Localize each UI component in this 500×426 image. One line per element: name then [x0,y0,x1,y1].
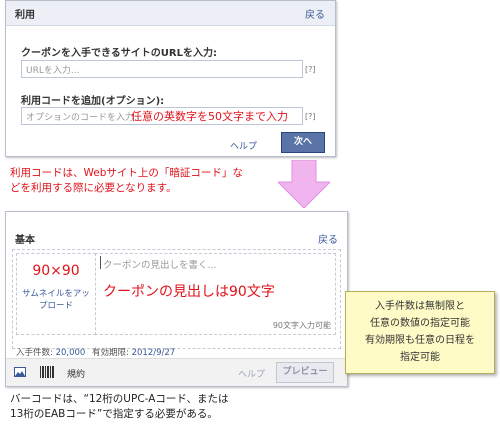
barcode-note-line-1: バーコードは、“12桁のUPC-Aコード、または [10,393,229,405]
usage-help-button[interactable]: ヘルプ [230,139,257,152]
basic-help-button[interactable]: ヘルプ [238,367,265,380]
basic-back-link[interactable]: 戻る [318,231,338,246]
headline-char-count: 90文字入力可能 [272,321,331,330]
callout-line-4: 指定可能 [400,352,440,363]
next-button[interactable]: 次へ [281,132,325,153]
image-tool-icon[interactable] [14,367,26,377]
thumbnail-size-label: 90×90 [32,263,80,279]
usage-back-link[interactable]: 戻る [305,6,325,21]
usage-panel-header: 利用 戻る [6,1,335,26]
barcode-note-line-2: 13桁のEABコード”で指定する必要がある。 [10,408,218,420]
basic-panel: 基本 戻る 90×90 サムネイルをアッ プロード クーポンの見出しを書く...… [5,211,348,387]
basic-panel-title: 基本 [15,235,35,246]
usage-panel: 利用 戻る クーポンを入手できるサイトのURLを入力: URLを入力... [?… [5,0,336,157]
preview-button[interactable]: プレビュー [276,362,334,383]
thumbnail-upload-link[interactable]: サムネイルをアッ プロード [17,288,95,312]
url-field-label: クーポンを入手できるサイトのURLを入力: [21,48,217,59]
expiry-callout: 入手件数は無制限と 任意の数値の指定可能 有効期限も任意の日程を 指定可能 [345,291,495,374]
url-input[interactable]: URLを入力... [21,60,303,78]
code-input[interactable]: オプションのコードを入力... 任意の英数字を50文字まで入力 [21,107,303,125]
headline-placeholder: クーポンの見出しを書く... [103,260,217,271]
text-cursor [100,256,101,269]
acquire-label: 入手件数: [16,348,53,358]
usage-panel-title: 利用 [15,10,35,21]
code-note-line-1: 利用コードは、Webサイト上の「暗証コード」な [10,167,243,179]
callout-line-1: 入手件数は無制限と [375,301,465,312]
code-input-placeholder: オプションのコードを入力... [26,113,143,123]
expiry-label: 有効期限: [92,348,129,358]
code-input-annotation: 任意の英数字を50文字まで入力 [131,110,288,123]
thumbnail-upload-box[interactable]: 90×90 サムネイルをアッ プロード [16,253,96,335]
barcode-note: バーコードは、“12桁のUPC-Aコード、または 13桁のEABコード”で指定す… [10,392,228,422]
code-field-label: 利用コードを追加(オプション): [21,96,165,107]
thumbnail-upload-line-2: プロード [38,301,73,311]
headline-input[interactable]: クーポンの見出しを書く... クーポンの見出しは90文字 90文字入力可能 [95,253,336,335]
url-input-placeholder: URLを入力... [26,66,80,76]
down-arrow-icon [278,160,330,208]
code-help-icon[interactable]: [?] [305,112,316,121]
acquire-value[interactable]: 20,000 [56,348,86,358]
terms-link[interactable]: 規約 [67,367,85,380]
headline-annotation: クーポンの見出しは90文字 [103,284,275,300]
barcode-tool-icon[interactable] [40,366,54,378]
url-help-icon[interactable]: [?] [305,65,316,74]
code-note: 利用コードは、Webサイト上の「暗証コード」な どを利用する際に必要となります。 [10,166,243,196]
callout-line-3: 有効期限も任意の日程を [365,335,475,346]
expiry-value[interactable]: 2012/9/27 [132,348,176,358]
code-note-line-2: どを利用する際に必要となります。 [10,182,177,194]
thumbnail-upload-line-1: サムネイルをアッ [22,289,90,299]
basic-toolbar: 規約 ヘルプ プレビュー [6,358,347,386]
callout-line-2: 任意の数値の指定可能 [370,318,470,329]
coupon-stats: 入手件数: 20,000 有効期限: 2012/9/27 [16,346,175,358]
